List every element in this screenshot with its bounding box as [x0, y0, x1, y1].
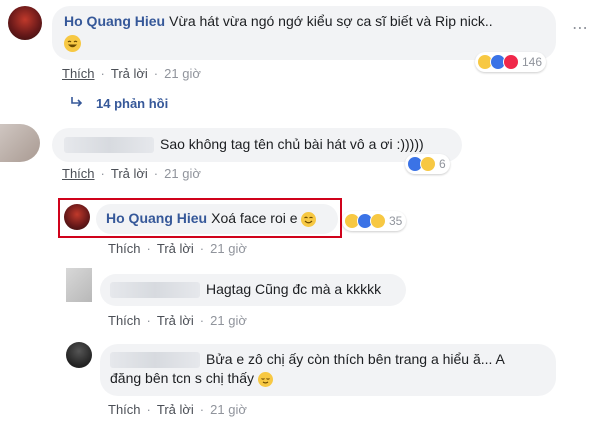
reply-text: Hagtag Cũng đc mà a kkkkk [206, 281, 382, 297]
blurred-author-name[interactable] [110, 282, 200, 299]
reaction-summary[interactable]: 146 [475, 52, 547, 72]
love-icon [503, 54, 519, 70]
reply-link[interactable]: Trả lời [111, 66, 148, 81]
like-link[interactable]: Thích [108, 402, 141, 417]
avatar[interactable] [66, 268, 92, 302]
author-name[interactable]: Ho Quang Hieu [64, 13, 165, 29]
separator: · [199, 402, 205, 417]
reaction-summary[interactable]: 35 [342, 211, 407, 231]
avatar[interactable] [66, 342, 92, 368]
separator: · [199, 241, 205, 256]
timestamp[interactable]: 21 giờ [164, 166, 201, 181]
avatar[interactable] [0, 124, 40, 162]
separator: · [153, 66, 159, 81]
blurred-author-name[interactable] [64, 137, 154, 154]
reply-link[interactable]: Trả lời [157, 313, 194, 328]
timestamp[interactable]: 21 giờ [210, 313, 247, 328]
comment-actions: Thích · Trả lời · 21 giờ [62, 66, 201, 81]
reply-bubble: Hagtag Cũng đc mà a kkkkk [100, 274, 406, 306]
comment-actions: Thích · Trả lời · 21 giờ [62, 166, 201, 181]
separator: · [146, 313, 151, 328]
like-link[interactable]: Thích [62, 166, 95, 181]
comment-text: Sao không tag tên chủ bài hát vô a ơi :)… [160, 136, 424, 152]
separator: · [100, 66, 105, 81]
reply-actions: Thích · Trả lời · 21 giờ [108, 241, 247, 256]
comment-bubble: Sao không tag tên chủ bài hát vô a ơi :)… [52, 128, 462, 162]
avatar[interactable] [8, 6, 42, 40]
reply-link[interactable]: Trả lời [111, 166, 148, 181]
replies-count-label[interactable]: 14 phản hồi [96, 96, 168, 111]
timestamp[interactable]: 21 giờ [164, 66, 201, 81]
reply-arrow-icon [70, 96, 84, 111]
reply-text-line2: đăng bên tcn s chị thấy [110, 370, 254, 386]
reply-actions: Thích · Trả lời · 21 giờ [108, 313, 247, 328]
reaction-count: 146 [522, 55, 543, 69]
comment-text: Vừa hát vừa ngó ngớ kiểu sợ ca sĩ biết v… [169, 13, 493, 29]
separator: · [146, 241, 151, 256]
timestamp[interactable]: 21 giờ [210, 402, 247, 417]
avatar[interactable] [64, 204, 90, 230]
more-icon[interactable]: ⋯ [572, 18, 588, 38]
blurred-author-name[interactable] [110, 352, 200, 369]
like-link[interactable]: Thích [108, 313, 141, 328]
timestamp[interactable]: 21 giờ [210, 241, 247, 256]
like-link[interactable]: Thích [108, 241, 141, 256]
reply-text-line1: Bửa e zô chị ấy còn thích bên trang a hi… [206, 351, 505, 367]
separator: · [153, 166, 159, 181]
reply-link[interactable]: Trả lời [157, 241, 194, 256]
reply-text: Xoá face roi e [211, 210, 298, 226]
separator: · [199, 313, 205, 328]
smile-emoji-icon [301, 211, 317, 227]
reaction-summary[interactable]: 6 [405, 154, 450, 174]
laughing-emoji-icon [64, 34, 81, 52]
relieved-emoji-icon [257, 371, 273, 387]
haha-icon [420, 156, 436, 172]
reaction-count: 6 [439, 157, 446, 171]
wow-icon [370, 213, 386, 229]
like-link[interactable]: Thích [62, 66, 95, 81]
separator: · [100, 166, 105, 181]
reply-actions: Thích · Trả lời · 21 giờ [108, 402, 247, 417]
reply-bubble: Bửa e zô chị ấy còn thích bên trang a hi… [100, 344, 556, 396]
reply-link[interactable]: Trả lời [157, 402, 194, 417]
separator: · [146, 402, 151, 417]
reply-bubble: Ho Quang Hieu Xoá face roi e [96, 204, 338, 234]
reaction-count: 35 [389, 214, 403, 228]
view-replies-link[interactable]: 14 phản hồi [70, 96, 168, 111]
author-name[interactable]: Ho Quang Hieu [106, 210, 207, 226]
